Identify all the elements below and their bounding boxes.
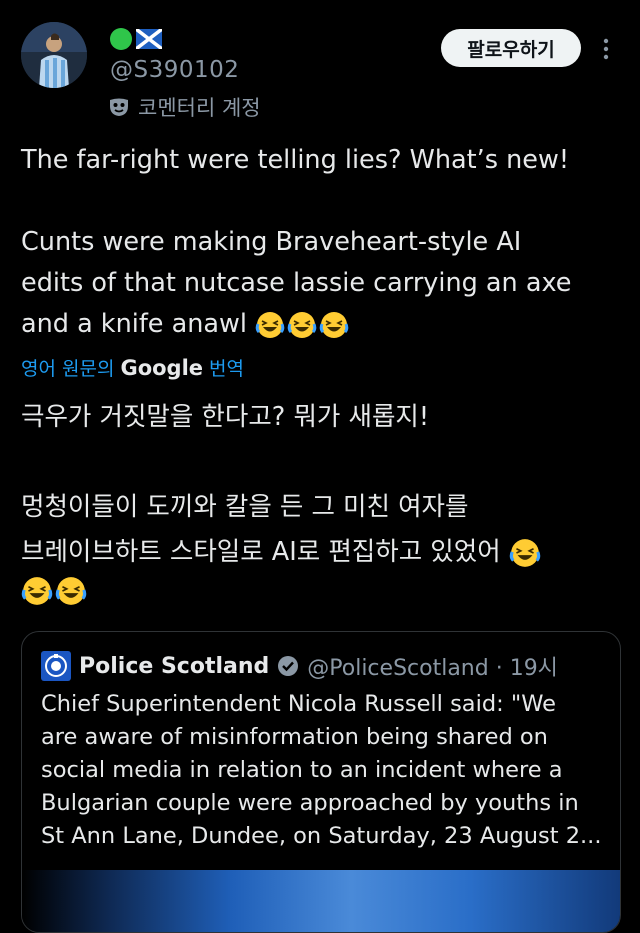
laughing-emoji-icon <box>287 312 317 338</box>
tweet-line: edits of that nutcase lassie carrying an… <box>21 268 572 298</box>
author-handle[interactable]: @S390102 <box>110 57 239 83</box>
tweet-line: Cunts were making Braveheart-style AI <box>21 227 522 257</box>
translated-line: 극우가 거짓말을 한다고? 뭐가 새롭지! <box>21 402 430 432</box>
green-circle-icon <box>110 28 132 50</box>
tweet-body: The far-right were telling lies? What’s … <box>21 140 621 345</box>
quoted-tweet[interactable]: Police Scotland @PoliceScotland · 19시 Ch… <box>21 631 621 933</box>
police-crest-icon <box>41 651 71 681</box>
quoted-line: social media in relation to an incident … <box>41 757 563 783</box>
quoted-line: Chief Superintendent Nicola Russell said… <box>41 691 556 717</box>
google-logo: Google <box>120 355 204 380</box>
emoji-group <box>255 310 349 340</box>
laughing-emoji-icon <box>21 577 53 605</box>
laughing-emoji-icon <box>55 577 87 605</box>
translation-attribution[interactable]: 영어 원문의 Google 번역 <box>21 354 244 381</box>
follow-button[interactable]: 팔로우하기 <box>441 29 581 67</box>
scotland-flag-icon <box>136 29 162 49</box>
translation-prefix: 영어 원문의 <box>21 358 115 380</box>
laughing-emoji-icon <box>255 312 285 338</box>
quoted-line: St Ann Lane, Dundee, on Saturday, 23 Aug… <box>41 823 602 849</box>
laughing-emoji-icon <box>319 312 349 338</box>
quoted-line: Bulgarian couple were approached by yout… <box>41 790 579 816</box>
translated-line: 브레이브하트 스타일로 AI로 편집하고 있었어 <box>21 530 621 575</box>
laughing-emoji-icon <box>509 539 541 567</box>
translation-suffix: 번역 <box>209 358 244 380</box>
quoted-author-name: Police Scotland <box>79 653 270 679</box>
commentary-label-text: 코멘터리 계정 <box>138 96 261 120</box>
quoted-line: are aware of misinformation being shared… <box>41 724 548 750</box>
tweet-line: and a knife anawl <box>21 304 621 345</box>
more-options-icon[interactable] <box>598 37 614 61</box>
quoted-author-handle: @PoliceScotland · 19시 <box>307 656 558 681</box>
quoted-tweet-body: Chief Superintendent Nicola Russell said… <box>41 688 606 853</box>
tweet-line-text: and a knife anawl <box>21 309 247 339</box>
commentary-account-label: 코멘터리 계정 <box>108 92 261 122</box>
translated-line <box>21 575 621 607</box>
quoted-tweet-header: Police Scotland @PoliceScotland · 19시 <box>41 650 558 682</box>
translated-body: 극우가 거짓말을 한다고? 뭐가 새롭지! 멍청이들이 도끼와 칼을 든 그 미… <box>21 395 621 607</box>
verified-badge-icon <box>278 656 299 676</box>
translated-line: 멍청이들이 도끼와 칼을 든 그 미친 여자를 <box>21 492 469 522</box>
translated-line-text: 브레이브하트 스타일로 AI로 편집하고 있었어 <box>21 537 501 567</box>
tweet-line: The far-right were telling lies? What’s … <box>21 145 570 175</box>
quoted-media-image[interactable] <box>22 870 620 932</box>
profile-flags <box>110 28 162 50</box>
commentary-mask-icon <box>110 98 128 116</box>
avatar[interactable] <box>21 22 87 88</box>
